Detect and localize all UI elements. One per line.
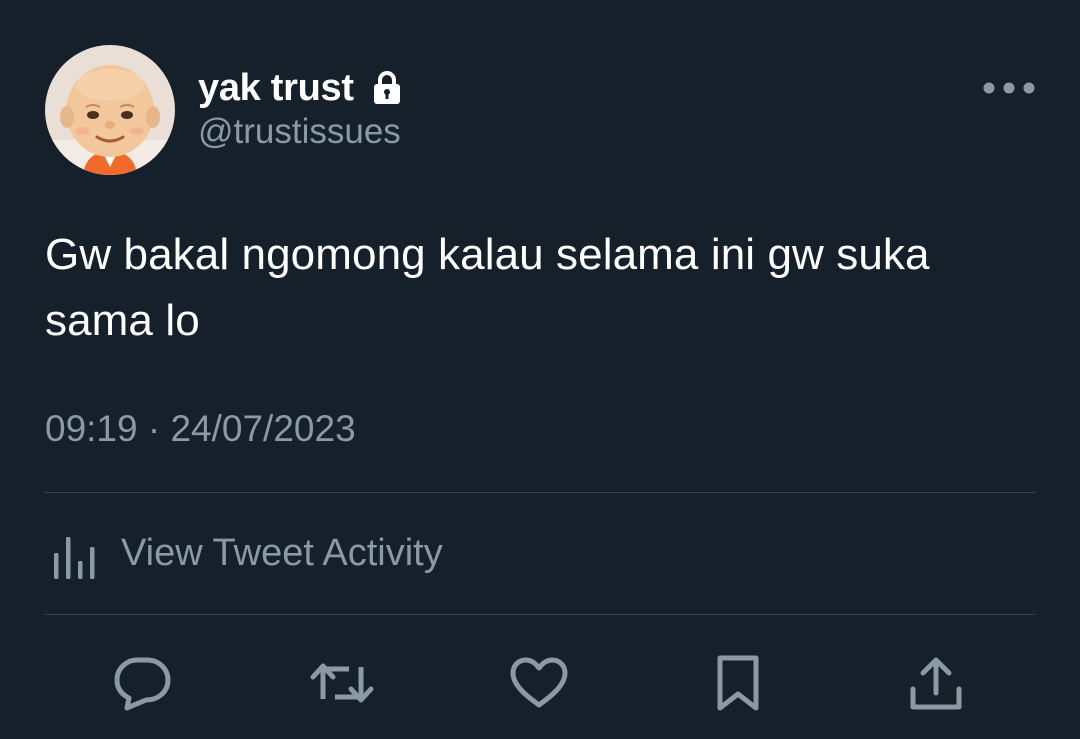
reply-button[interactable]: [108, 645, 178, 721]
view-tweet-activity-label: View Tweet Activity: [121, 531, 443, 574]
tweet-actions-bar: [0, 645, 1080, 725]
heart-icon: [510, 657, 568, 708]
like-button[interactable]: [504, 645, 574, 721]
lock-icon: [372, 70, 402, 106]
bookmark-icon: [717, 655, 759, 711]
avatar-image: [45, 45, 175, 175]
more-options-button[interactable]: [976, 68, 1042, 108]
reply-icon: [114, 657, 171, 711]
display-name-row: yak trust: [198, 64, 402, 112]
tweet-card: yak trust @trustissues Gw bakal ngomong …: [0, 0, 1080, 739]
share-button[interactable]: [901, 645, 971, 721]
tweet-timestamp[interactable]: 09:19 · 24/07/2023: [45, 408, 356, 450]
more-horizontal-icon: [983, 82, 1035, 94]
bookmark-button[interactable]: [703, 645, 773, 721]
view-tweet-activity-button[interactable]: View Tweet Activity: [45, 522, 443, 584]
divider: [45, 492, 1035, 493]
tweet-text: Gw bakal ngomong kalau selama ini gw suk…: [45, 230, 930, 345]
share-icon: [910, 657, 962, 710]
display-name[interactable]: yak trust: [198, 67, 354, 110]
user-handle[interactable]: @trustissues: [198, 112, 401, 152]
retweet-button[interactable]: [307, 645, 377, 721]
avatar[interactable]: [45, 45, 175, 175]
divider: [45, 614, 1035, 615]
analytics-icon: [54, 537, 95, 579]
retweet-icon: [310, 663, 374, 703]
